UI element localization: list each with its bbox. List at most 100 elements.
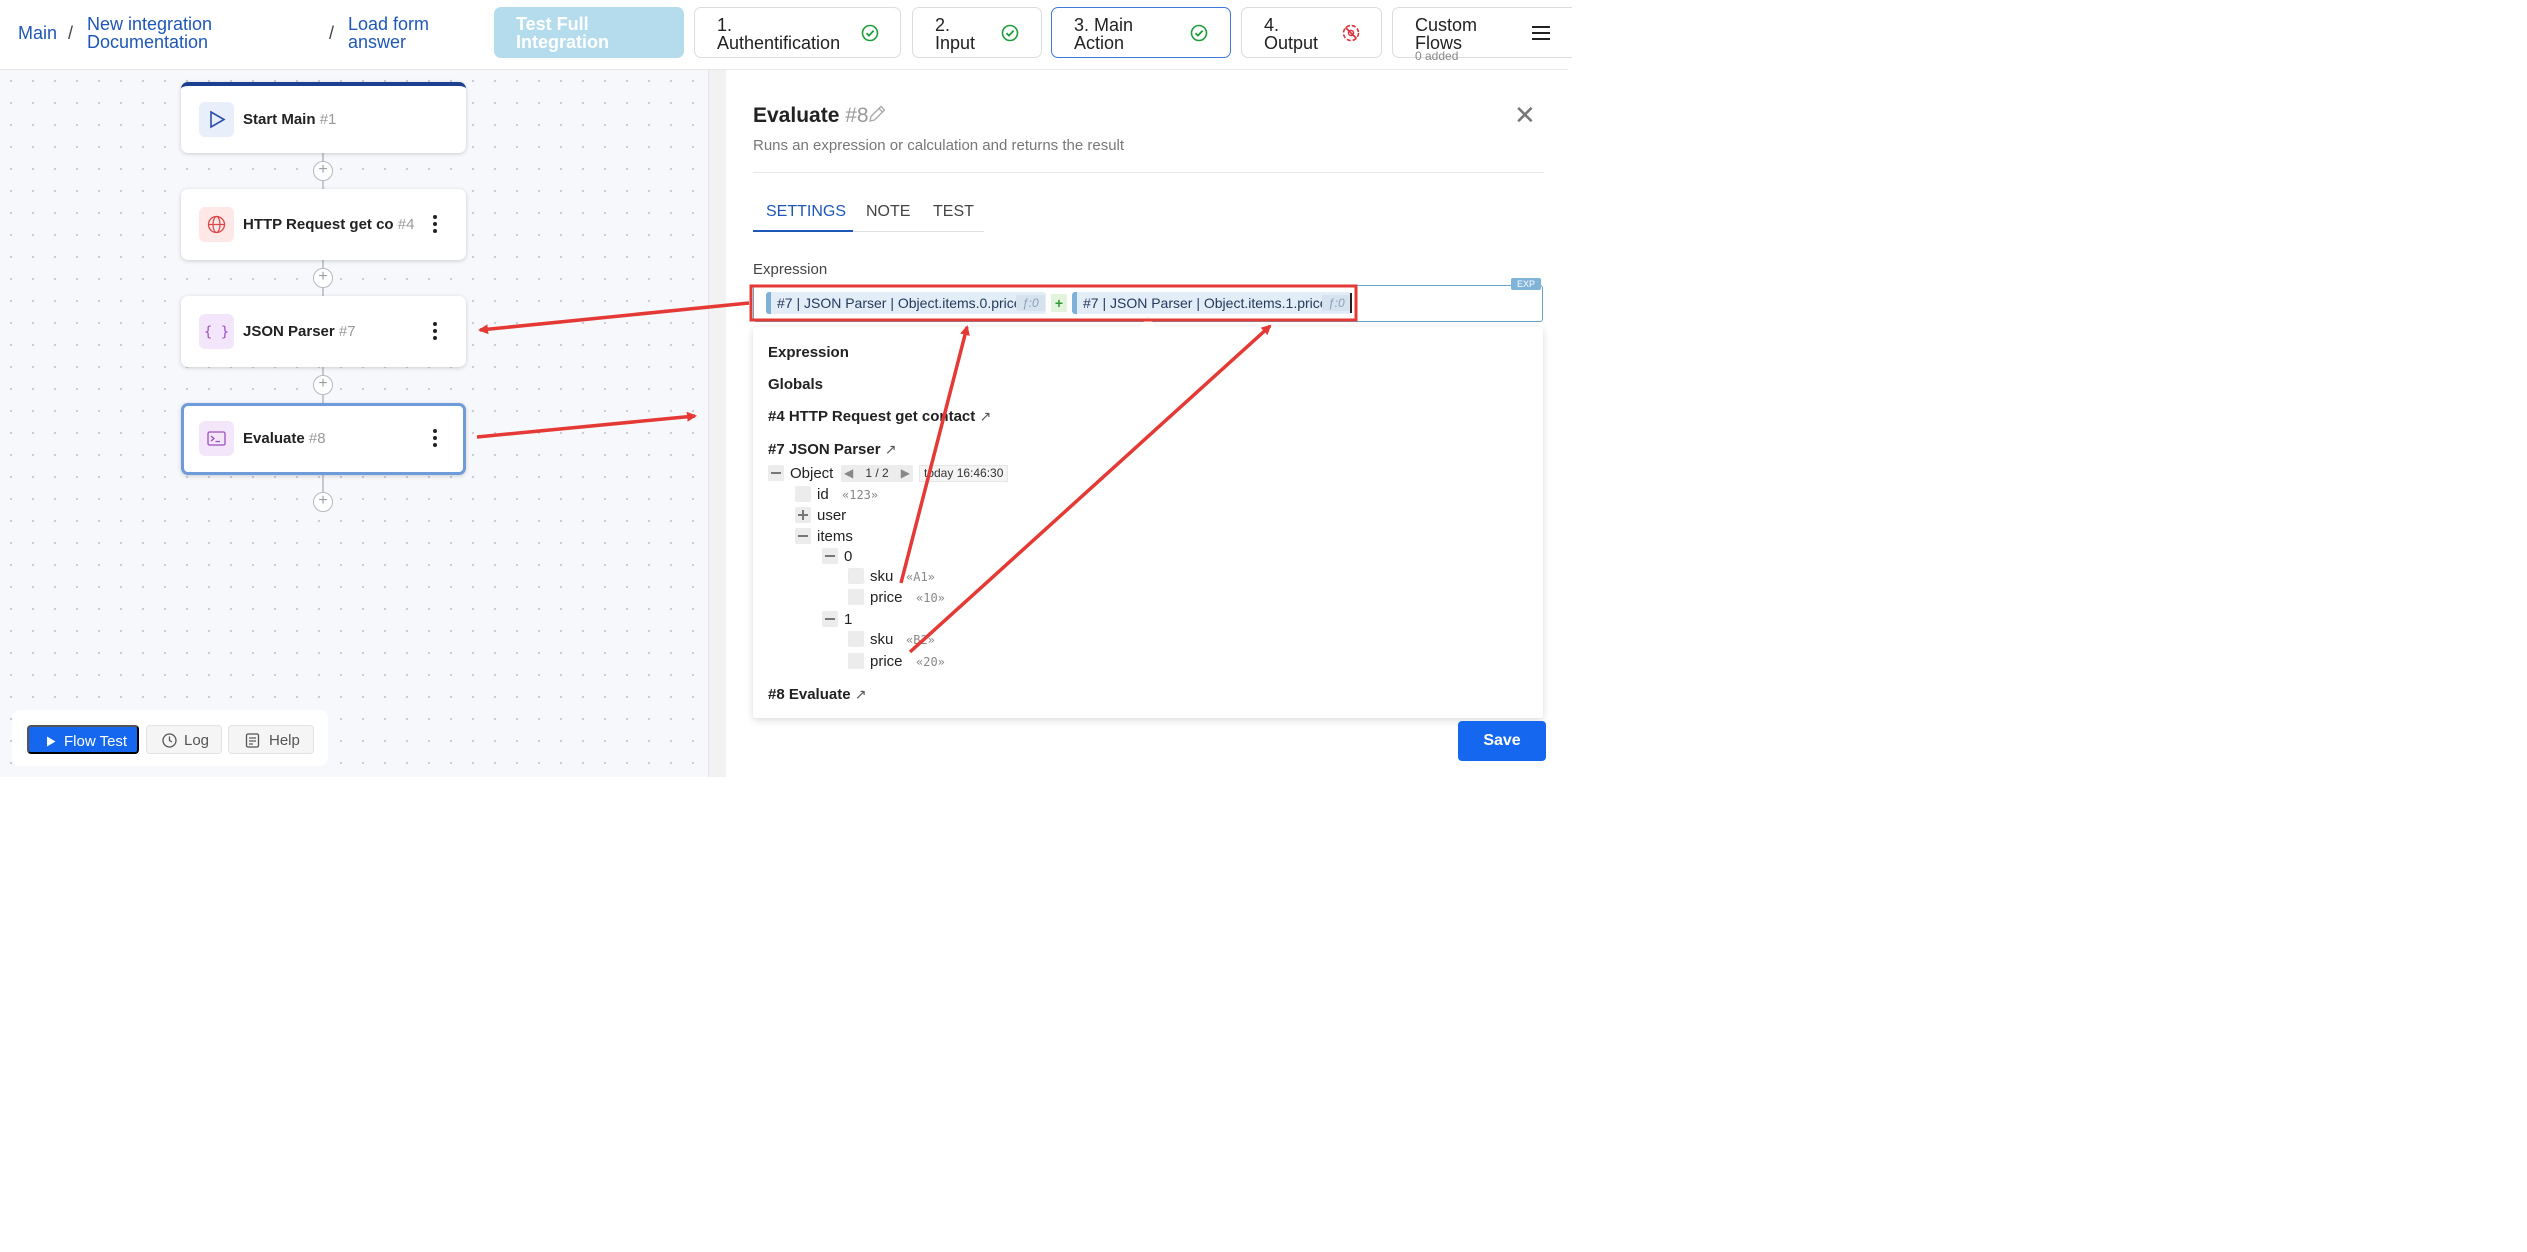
external-link-icon: ↗ <box>884 441 897 457</box>
step-label: 3. Main Action <box>1074 15 1134 53</box>
node-label: JSON Parser #7 <box>243 323 356 340</box>
dropdown-section-expression[interactable]: Expression <box>768 344 849 361</box>
tree-node-id[interactable]: id <box>817 486 829 503</box>
divider <box>753 172 1544 173</box>
help-doc-icon <box>245 733 260 748</box>
collapse-icon[interactable] <box>822 548 838 564</box>
tree-node-index[interactable]: 0 <box>844 548 852 565</box>
dropdown-source-evaluate[interactable]: #8 Evaluate ↗ <box>768 686 866 703</box>
result-pager[interactable]: ◀ 1 / 2 ▶ <box>841 465 913 482</box>
save-button[interactable]: Save <box>1458 721 1546 761</box>
add-step-button[interactable]: + <box>313 492 333 512</box>
external-link-icon: ↗ <box>854 686 867 702</box>
leaf-marker <box>795 486 811 502</box>
history-icon <box>162 733 177 748</box>
play-icon <box>47 736 56 747</box>
play-icon <box>199 102 234 137</box>
braces-icon: { } <box>199 314 234 349</box>
text-caret <box>1350 293 1352 313</box>
globe-icon <box>199 207 234 242</box>
collapse-icon[interactable] <box>822 611 838 627</box>
edit-pencil-icon[interactable] <box>866 103 888 125</box>
step-input[interactable]: 2. Input <box>912 7 1042 58</box>
step-main-action[interactable]: 3. Main Action <box>1051 7 1231 58</box>
tree-node-price[interactable]: price <box>870 589 903 606</box>
top-bar: Main / New integration Documentation / L… <box>0 0 1572 70</box>
tree-node-user[interactable]: user <box>817 507 846 524</box>
tree-node-sku[interactable]: sku <box>870 631 893 648</box>
menu-icon[interactable] <box>1531 25 1551 41</box>
test-full-integration-label: Test Full Integration <box>516 14 609 52</box>
breadcrumb-flow[interactable]: Load form answer <box>348 15 478 51</box>
node-evaluate[interactable]: Evaluate #8 <box>181 403 466 475</box>
panel-description: Runs an expression or calculation and re… <box>753 137 1125 154</box>
prev-icon[interactable]: ◀ <box>844 465 853 482</box>
flow-test-button[interactable]: Flow Test <box>27 725 139 754</box>
tree-value: «20» <box>916 655 945 669</box>
check-circle-icon <box>1190 24 1208 42</box>
add-step-button[interactable]: + <box>313 161 333 181</box>
tree-value: «10» <box>916 591 945 605</box>
collapse-icon[interactable] <box>795 528 811 544</box>
node-http-request[interactable]: HTTP Request get co #4 <box>181 189 466 260</box>
breadcrumb-separator: / <box>68 23 74 43</box>
close-icon[interactable]: ✕ <box>1514 100 1536 131</box>
exp-badge: EXP <box>1511 278 1541 290</box>
tab-test[interactable]: TEST <box>933 203 974 221</box>
dropdown-section-globals[interactable]: Globals <box>768 376 823 393</box>
tree-value: «A1» <box>906 570 935 584</box>
check-circle-icon <box>1001 24 1019 42</box>
expression-label: Expression <box>753 261 828 278</box>
node-label: Evaluate #8 <box>243 430 326 447</box>
test-full-integration-button[interactable]: Test Full Integration <box>494 7 684 58</box>
tab-note[interactable]: NOTE <box>866 203 910 221</box>
node-label: Start Main #1 <box>243 111 337 128</box>
log-button[interactable]: Log <box>146 725 222 754</box>
step-output[interactable]: 4. Output <box>1241 7 1382 58</box>
svg-text:{ }: { } <box>204 325 229 341</box>
add-step-button[interactable]: + <box>313 375 333 395</box>
leaf-marker <box>848 631 864 647</box>
tab-settings[interactable]: SETTINGS <box>766 203 846 221</box>
node-start-main[interactable]: Start Main #1 <box>181 82 466 153</box>
add-step-button[interactable]: + <box>313 268 333 288</box>
tree-value: «B2» <box>906 633 935 647</box>
leaf-marker <box>848 568 864 584</box>
tab-active-indicator <box>753 230 853 232</box>
step-authentification[interactable]: 1. Authentification <box>694 7 901 58</box>
leaf-marker <box>848 589 864 605</box>
panel-resize-handle[interactable] <box>708 70 726 777</box>
breadcrumb-main[interactable]: Main <box>18 24 57 42</box>
node-menu-icon[interactable] <box>428 429 442 449</box>
flow-test-label: Flow Test <box>64 733 128 750</box>
leaf-marker <box>848 653 864 669</box>
step-label: 1. Authentification <box>717 15 841 53</box>
node-menu-icon[interactable] <box>428 215 442 235</box>
tree-value: «123» <box>842 488 879 502</box>
help-button[interactable]: Help <box>228 725 314 754</box>
log-label: Log <box>184 732 210 749</box>
result-timestamp: today 16:46:30 <box>919 465 1009 482</box>
tree-node-index[interactable]: 1 <box>844 611 852 628</box>
canvas-toolbar: Flow Test Log Help <box>12 710 328 766</box>
collapse-icon[interactable] <box>768 465 784 481</box>
next-icon[interactable]: ▶ <box>901 465 910 482</box>
expression-token[interactable]: #7 | JSON Parser | Object.items.0.price … <box>766 292 1046 314</box>
tree-node-price[interactable]: price <box>870 653 903 670</box>
custom-flows-button[interactable]: Custom Flows 0 added <box>1392 7 1572 63</box>
breadcrumb-integration[interactable]: New integration Documentation <box>87 15 267 51</box>
node-menu-icon[interactable] <box>428 322 442 342</box>
dropdown-source-json[interactable]: #7 JSON Parser ↗ <box>768 441 896 458</box>
node-json-parser[interactable]: { } JSON Parser #7 <box>181 296 466 367</box>
connector-line <box>322 475 324 493</box>
panel-title: Evaluate #8 <box>753 104 869 127</box>
tree-node-items[interactable]: items <box>817 528 853 545</box>
external-link-icon: ↗ <box>979 408 992 424</box>
tree-node-sku[interactable]: sku <box>870 568 893 585</box>
step-label: 4. Output <box>1264 15 1319 53</box>
expression-token[interactable]: #7 | JSON Parser | Object.items.1.price … <box>1072 292 1352 314</box>
expand-icon[interactable] <box>795 507 811 523</box>
dropdown-source-http[interactable]: #4 HTTP Request get contact ↗ <box>768 408 991 425</box>
tree-node-object[interactable]: Object <box>790 465 833 482</box>
function-badge: ƒ:0 <box>1322 295 1351 311</box>
